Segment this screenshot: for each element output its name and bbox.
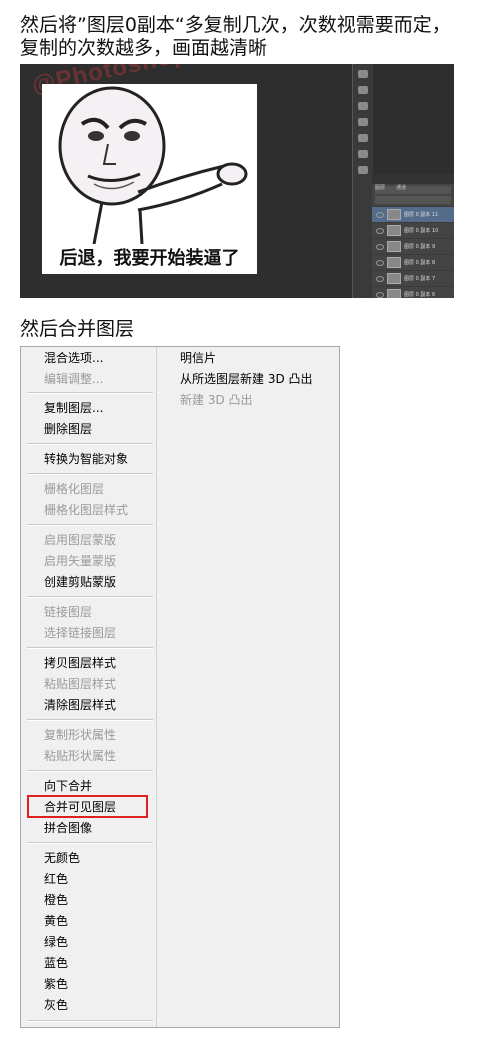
menu-item-flatten-image[interactable]: 拼合图像 <box>44 819 92 837</box>
layers-panel: 图层 通道 图层 0 副本 11 图层 0 副本 10 图层 0 副本 9 图层… <box>372 174 454 298</box>
menu-item-blending-options[interactable]: 混合选项... <box>44 349 103 367</box>
layer-row[interactable]: 图层 0 副本 7 <box>372 270 454 286</box>
menu-item-edit-adjustment: 编辑调整... <box>44 372 104 386</box>
menu-separator <box>27 1020 153 1022</box>
menu-item-paste-layer-style: 粘贴图层样式 <box>44 677 117 691</box>
menu-item-rasterize-layer-style: 栅格化图层样式 <box>44 503 129 517</box>
layer-thumbnail <box>387 257 401 268</box>
tool-icon[interactable] <box>358 134 368 142</box>
menu-item-new-3d-extrusion: 新建 3D 凸出 <box>180 393 253 407</box>
layer-row[interactable]: 图层 0 副本 6 <box>372 286 454 298</box>
eye-icon[interactable] <box>376 275 384 282</box>
menu-item-select-linked-layers: 选择链接图层 <box>44 626 117 640</box>
layer-thumbnail <box>387 289 401 298</box>
layer-context-menu: 混合选项... 编辑调整... 复制图层... 删除图层 转换为智能对象 栅格化… <box>20 346 340 1028</box>
menu-item-enable-vector-mask: 启用矢量蒙版 <box>44 554 117 568</box>
menu-item-red[interactable]: 红色 <box>44 870 68 888</box>
layer-name: 图层 0 副本 7 <box>404 276 436 282</box>
eye-icon[interactable] <box>376 243 384 250</box>
tool-icon[interactable] <box>358 70 368 78</box>
meme-image: 后退，我要开始装逼了 <box>42 84 257 274</box>
menu-separator <box>27 842 153 844</box>
ps-tools-strip <box>352 64 373 298</box>
menu-item-green[interactable]: 绿色 <box>44 933 68 951</box>
meme-caption: 后退，我要开始装逼了 <box>59 248 240 269</box>
menu-item-orange[interactable]: 橙色 <box>44 891 68 909</box>
menu-item-new-3d-extrusion-from-selected[interactable]: 从所选图层新建 3D 凸出 <box>180 370 313 388</box>
menu-separator <box>27 719 153 721</box>
tab-layers[interactable]: 图层 <box>372 183 388 192</box>
menu-item-copy-layer-style[interactable]: 拷贝图层样式 <box>44 654 116 672</box>
meme-face-illustration <box>58 86 248 245</box>
layers-panel-tabs: 图层 通道 <box>372 174 454 191</box>
menu-item-convert-smart-object[interactable]: 转换为智能对象 <box>44 450 128 468</box>
menu-item-delete-layer[interactable]: 删除图层 <box>44 420 92 438</box>
menu-item-rasterize-layer: 栅格化图层 <box>44 482 105 496</box>
photoshop-screenshot: @Photoshop教程 后退，我要开始装逼了 图层 通道 图层 0 副本 11… <box>20 64 454 298</box>
menu-separator <box>27 392 153 394</box>
menu-separator <box>27 596 153 598</box>
eye-icon[interactable] <box>376 227 384 234</box>
menu-item-yellow[interactable]: 黄色 <box>44 912 68 930</box>
highlight-box <box>27 795 148 818</box>
menu-column-right: 明信片 从所选图层新建 3D 凸出 新建 3D 凸出 <box>156 347 341 1027</box>
menu-item-postcard[interactable]: 明信片 <box>180 349 216 367</box>
eye-icon[interactable] <box>376 211 384 218</box>
layer-name: 图层 0 副本 9 <box>404 244 436 250</box>
menu-item-paste-shape-attributes: 粘贴形状属性 <box>44 749 117 763</box>
menu-item-violet[interactable]: 紫色 <box>44 975 68 993</box>
menu-item-blue[interactable]: 蓝色 <box>44 954 68 972</box>
menu-separator <box>27 647 153 649</box>
menu-item-copy-shape-attributes: 复制形状属性 <box>44 728 117 742</box>
layer-thumbnail <box>387 273 401 284</box>
layer-name: 图层 0 副本 11 <box>404 212 439 218</box>
layer-row[interactable]: 图层 0 副本 8 <box>372 254 454 270</box>
layer-name: 图层 0 副本 6 <box>404 292 436 298</box>
menu-separator <box>27 524 153 526</box>
menu-item-no-color[interactable]: 无颜色 <box>44 849 80 867</box>
tool-icon[interactable] <box>358 86 368 94</box>
menu-item-clear-layer-style[interactable]: 清除图层样式 <box>44 696 116 714</box>
layer-row[interactable]: 图层 0 副本 11 <box>372 206 454 222</box>
blend-mode-row[interactable] <box>375 196 451 204</box>
menu-item-link-layers: 链接图层 <box>44 605 93 619</box>
tool-icon[interactable] <box>358 166 368 174</box>
intro-text: 然后将”图层0副本“多复制几次，次数视需要而定，复制的次数越多，画面越清晰 <box>20 14 451 59</box>
layer-thumbnail <box>387 225 401 236</box>
eye-icon[interactable] <box>376 291 384 298</box>
layer-thumbnail <box>387 241 401 252</box>
menu-column-left: 混合选项... 编辑调整... 复制图层... 删除图层 转换为智能对象 栅格化… <box>21 347 155 1027</box>
section-heading: 然后合并图层 <box>20 318 135 340</box>
tool-icon[interactable] <box>358 118 368 126</box>
menu-item-gray[interactable]: 灰色 <box>44 996 68 1014</box>
layer-thumbnail <box>387 209 401 220</box>
layer-name: 图层 0 副本 8 <box>404 260 436 266</box>
menu-item-duplicate-layer[interactable]: 复制图层... <box>44 399 103 417</box>
layer-row[interactable]: 图层 0 副本 10 <box>372 222 454 238</box>
menu-separator <box>27 473 153 475</box>
menu-separator <box>27 770 153 772</box>
tab-channels[interactable]: 通道 <box>393 183 409 192</box>
eye-icon[interactable] <box>376 259 384 266</box>
menu-item-enable-layer-mask: 启用图层蒙版 <box>44 533 117 547</box>
tool-icon[interactable] <box>358 102 368 110</box>
menu-separator <box>27 443 153 445</box>
tool-icon[interactable] <box>358 150 368 158</box>
menu-item-create-clipping-mask[interactable]: 创建剪贴蒙版 <box>44 573 116 591</box>
layer-row[interactable]: 图层 0 副本 9 <box>372 238 454 254</box>
menu-item-merge-down[interactable]: 向下合并 <box>44 777 92 795</box>
layer-name: 图层 0 副本 10 <box>404 228 439 234</box>
